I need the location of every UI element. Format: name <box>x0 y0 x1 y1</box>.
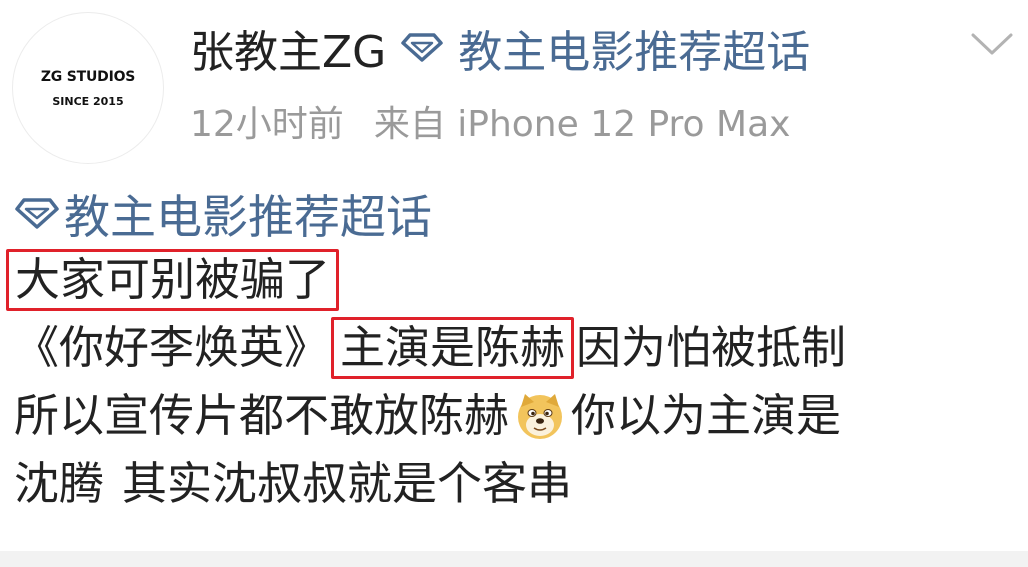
super-topic-link[interactable]: 教主电影推荐超话 <box>400 16 810 80</box>
post-line-4: 沈腾 其实沈叔叔就是个客串 <box>14 450 1018 518</box>
text-segment: 所以宣传片都不敢放陈赫 <box>14 389 510 442</box>
topic-tag-label: 教主电影推荐超话 <box>64 190 432 244</box>
diamond-icon <box>14 187 60 241</box>
post-time: 12小时前 <box>190 104 344 145</box>
doge-emoji-icon <box>515 391 565 441</box>
post-line-2: 《你好李焕英》 主演是陈赫 因为怕被抵制 <box>14 314 1018 382</box>
avatar-since: SINCE 2015 <box>52 94 124 108</box>
chevron-down-icon[interactable] <box>966 26 1018 62</box>
text-segment: 《你好李焕英》 <box>14 321 330 374</box>
text-segment: 沈腾 <box>14 457 105 510</box>
post-line-1: 大家可别被骗了 <box>6 246 1018 314</box>
username[interactable]: 张教主ZG <box>190 16 386 80</box>
post-line-3: 所以宣传片都不敢放陈赫 你以为主演是 <box>14 382 1018 450</box>
highlight-box: 大家可别被骗了 <box>6 249 340 311</box>
divider <box>0 551 1028 567</box>
post-source[interactable]: 来自 iPhone 12 Pro Max <box>374 95 791 147</box>
text-segment: 因为怕被抵制 <box>576 321 847 374</box>
text-segment: 你以为主演是 <box>571 389 842 442</box>
highlight-box: 主演是陈赫 <box>331 317 575 379</box>
topic-tag-link[interactable]: 教主电影推荐超话 <box>14 184 432 244</box>
avatar-brand: ZG STUDIOS <box>40 68 136 85</box>
text-segment: 其实沈叔叔就是个客串 <box>122 457 573 510</box>
avatar[interactable]: ZG STUDIOS SINCE 2015 <box>12 12 164 164</box>
post-meta: 12小时前 来自 iPhone 12 Pro Max <box>190 96 790 146</box>
super-topic-label: 教主电影推荐超话 <box>458 27 811 78</box>
diamond-icon <box>400 23 444 74</box>
post-header: 张教主ZG 教主电影推荐超话 <box>190 18 810 78</box>
post-body: 大家可别被骗了 《你好李焕英》 主演是陈赫 因为怕被抵制 所以宣传片都不敢放陈赫… <box>6 246 1018 518</box>
